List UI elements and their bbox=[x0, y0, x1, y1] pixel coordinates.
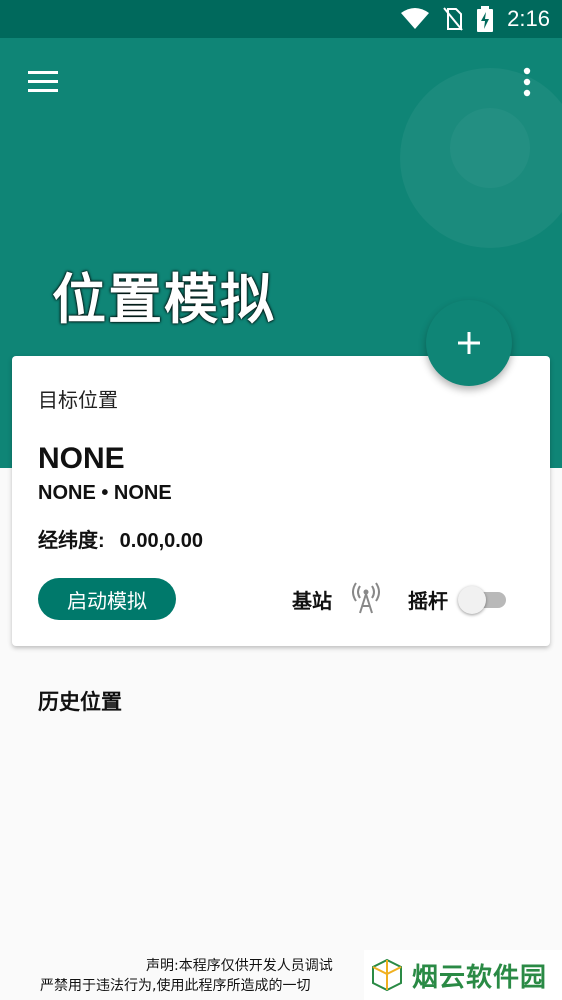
antenna-icon[interactable] bbox=[352, 582, 380, 614]
status-bar: 2:16 bbox=[0, 0, 562, 38]
page-title: 位置模拟 bbox=[52, 268, 276, 331]
history-title: 历史位置 bbox=[38, 690, 122, 714]
watermark: 烟云软件园 bbox=[364, 950, 562, 1000]
disclaimer-line-2: 严禁用于违法行为,使用此程序所造成的一切 bbox=[40, 978, 311, 994]
joystick-label: 摇杆 bbox=[408, 589, 448, 613]
battery-charging-icon bbox=[477, 6, 494, 32]
wifi-icon bbox=[401, 8, 430, 29]
cube-logo-icon bbox=[372, 958, 402, 992]
coordinate-row: 经纬度: 0.00,0.00 bbox=[38, 524, 203, 553]
decorative-pin-inner bbox=[450, 108, 530, 188]
no-sim-icon bbox=[443, 7, 463, 31]
joystick-toggle[interactable] bbox=[458, 586, 508, 614]
add-location-button[interactable] bbox=[426, 300, 512, 386]
start-simulation-button[interactable]: 启动模拟 bbox=[38, 578, 176, 620]
disclaimer-line-1: 声明:本程序仅供开发人员调试 bbox=[146, 958, 333, 974]
watermark-text: 烟云软件园 bbox=[412, 962, 548, 993]
base-station-label: 基站 bbox=[292, 589, 332, 613]
menu-icon bbox=[28, 71, 58, 92]
place-name: NONE bbox=[38, 442, 125, 475]
disclaimer-text: 声明:本程序仅供开发人员调试 严禁用于违法行为,使用此程序所造成的一切 bbox=[40, 956, 380, 996]
status-time: 2:16 bbox=[507, 6, 550, 31]
menu-button[interactable] bbox=[26, 67, 60, 97]
place-detail: NONE • NONE bbox=[38, 482, 172, 504]
target-location-card: 目标位置 NONE NONE • NONE 经纬度: 0.00,0.00 启动模… bbox=[12, 356, 550, 646]
coordinate-label: 经纬度: bbox=[38, 530, 105, 552]
more-vert-icon bbox=[523, 67, 531, 97]
plus-icon bbox=[458, 332, 480, 354]
target-location-label: 目标位置 bbox=[38, 388, 118, 412]
coordinate-value: 0.00,0.00 bbox=[119, 530, 204, 552]
status-icons: 2:16 bbox=[401, 4, 550, 34]
more-options-button[interactable] bbox=[512, 64, 542, 100]
toggle-thumb bbox=[458, 586, 486, 614]
